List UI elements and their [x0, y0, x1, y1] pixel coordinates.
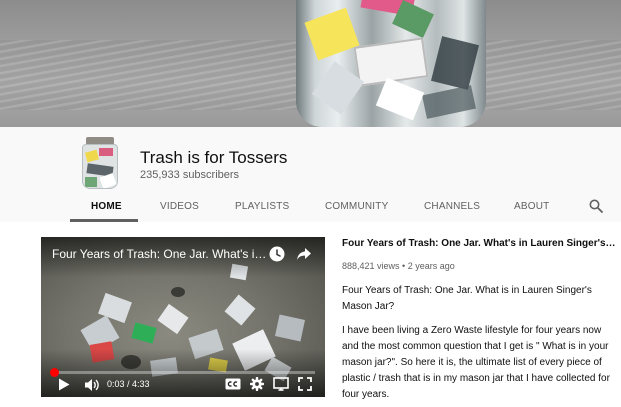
settings-icon[interactable]: [250, 377, 264, 391]
tab-community[interactable]: COMMUNITY: [325, 201, 388, 212]
time-display: 0:03 / 4:33: [107, 379, 150, 389]
channel-banner: [0, 0, 621, 127]
clock-icon[interactable]: [269, 246, 285, 262]
tab-channels[interactable]: CHANNELS: [424, 201, 480, 212]
player-title[interactable]: Four Years of Trash: One Jar. What's in …: [52, 247, 268, 261]
volume-icon[interactable]: [84, 378, 100, 392]
tab-home[interactable]: HOME: [91, 201, 122, 212]
description-paragraph: I have been living a Zero Waste lifestyl…: [342, 325, 610, 400]
tab-playlists[interactable]: PLAYLISTS: [235, 201, 289, 212]
mason-jar-image: [296, 0, 486, 127]
share-icon[interactable]: [296, 247, 312, 261]
cc-icon[interactable]: [225, 378, 241, 390]
video-title[interactable]: Four Years of Trash: One Jar. What's in …: [342, 238, 616, 249]
channel-avatar[interactable]: [76, 137, 124, 191]
channel-tabs: HOME VIDEOS PLAYLISTS COMMUNITY CHANNELS…: [0, 194, 621, 222]
description-paragraph: Four Years of Trash: One Jar. What is in…: [342, 285, 592, 312]
miniplayer-icon[interactable]: [273, 377, 289, 391]
video-player[interactable]: Four Years of Trash: One Jar. What's in …: [41, 237, 325, 397]
fullscreen-icon[interactable]: [298, 377, 312, 391]
video-meta: 888,421 views • 2 years ago: [342, 261, 455, 271]
search-icon[interactable]: [589, 199, 603, 213]
subscriber-count: 235,933 subscribers: [140, 169, 240, 181]
active-tab-indicator: [70, 219, 138, 222]
tab-about[interactable]: ABOUT: [514, 201, 549, 212]
channel-name: Trash is for Tossers: [140, 148, 288, 167]
play-icon[interactable]: [58, 378, 70, 391]
tab-videos[interactable]: VIDEOS: [160, 201, 199, 212]
channel-header: Trash is for Tossers 235,933 subscribers…: [0, 127, 621, 222]
progress-bar[interactable]: [49, 368, 315, 377]
progress-scrubber[interactable]: [49, 368, 59, 377]
